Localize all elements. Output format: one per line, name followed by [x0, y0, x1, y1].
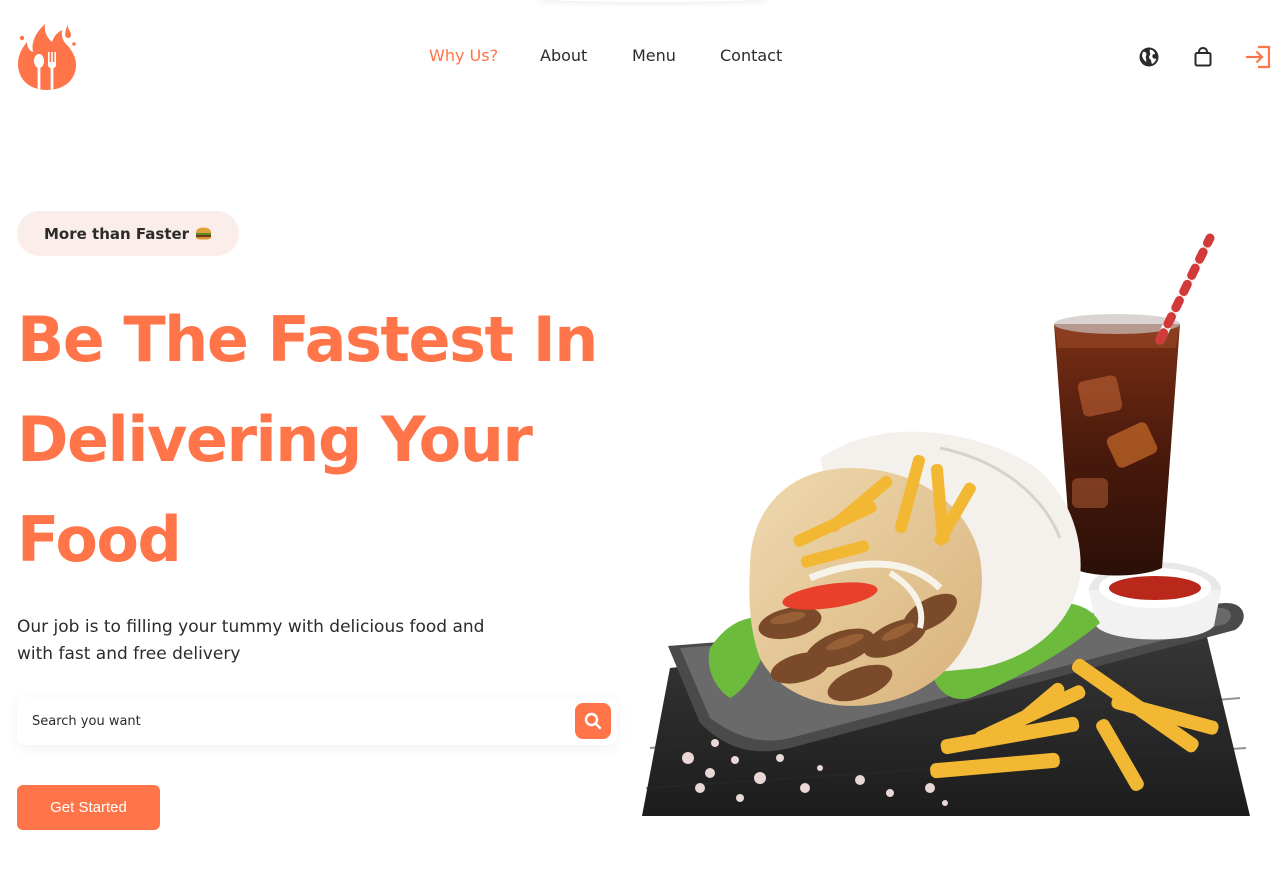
hero-headline: Be The Fastest In Delivering Your Food	[17, 290, 598, 590]
shawarma-meal-image	[642, 233, 1250, 816]
tagline-badge: More than Faster	[17, 211, 240, 256]
get-started-button[interactable]: Get Started	[17, 785, 160, 830]
search-bar	[17, 697, 617, 745]
search-button[interactable]	[575, 703, 611, 739]
nav-contact[interactable]: Contact	[720, 46, 782, 65]
headline-line-1: Be The Fastest In	[17, 303, 598, 376]
search-input[interactable]	[17, 697, 617, 745]
hero-subtitle: Our job is to filling your tummy with de…	[17, 614, 537, 668]
globe-icon[interactable]	[1134, 42, 1164, 72]
search-icon	[584, 712, 602, 730]
tagline-text: More than Faster	[44, 224, 190, 243]
subtitle-line-2: with fast and free delivery	[17, 644, 241, 664]
nav-why-us[interactable]: Why Us?	[429, 46, 498, 65]
top-decoration	[535, 0, 770, 2]
nav-about[interactable]: About	[540, 46, 587, 65]
headline-line-3: Food	[17, 503, 182, 576]
shopping-bag-icon[interactable]	[1188, 42, 1218, 72]
main-nav: Why Us? About Menu Contact	[0, 46, 1283, 70]
headline-line-2: Delivering Your	[17, 403, 533, 476]
burger-icon	[196, 227, 212, 240]
subtitle-line-1: Our job is to filling your tummy with de…	[17, 617, 485, 637]
login-icon[interactable]	[1243, 42, 1273, 72]
nav-menu[interactable]: Menu	[632, 46, 676, 65]
